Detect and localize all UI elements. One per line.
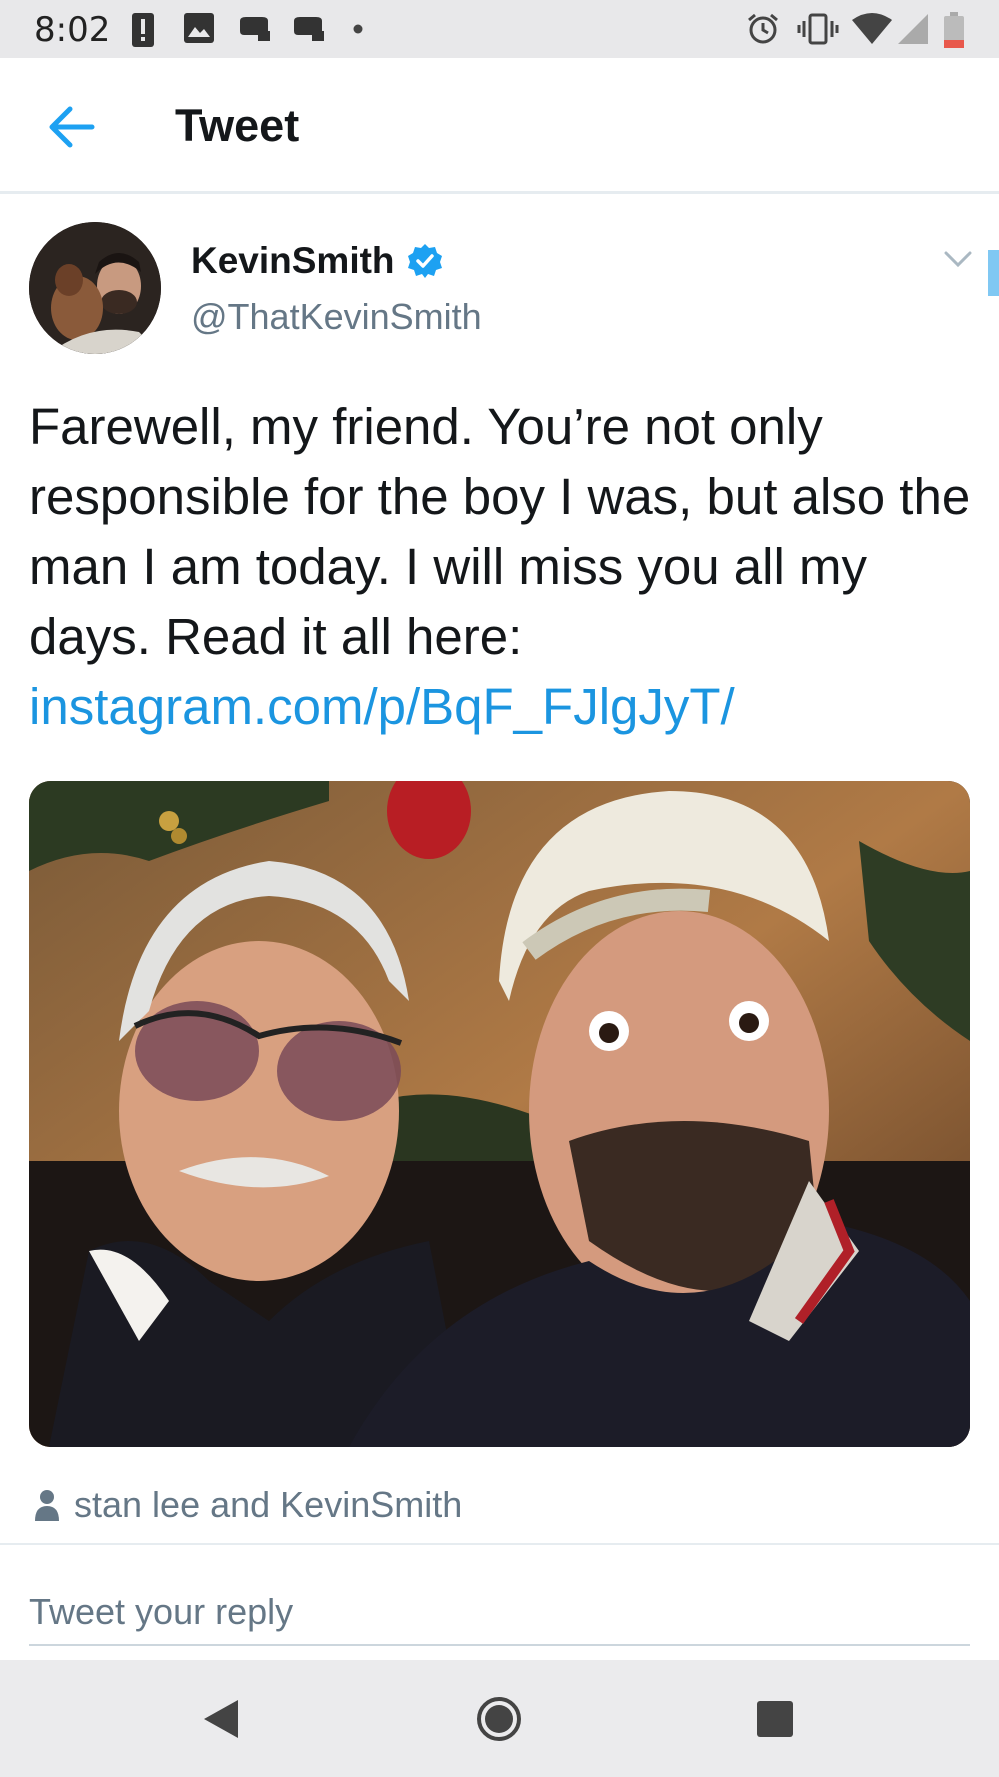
- alert-icon: [132, 13, 154, 47]
- tweet-text: Farewell, my friend. You’re not only res…: [29, 398, 971, 665]
- image-icon: [184, 13, 214, 43]
- author-row[interactable]: KevinSmith: [191, 240, 443, 282]
- wifi-icon: [852, 13, 892, 44]
- home-circle-icon[interactable]: [476, 1696, 522, 1742]
- tagged-text: stan lee and KevinSmith: [74, 1484, 463, 1525]
- reply-input[interactable]: [29, 1580, 970, 1646]
- battery-icon: [944, 12, 964, 48]
- gamepad-icon: [294, 17, 324, 41]
- vibrate-icon: [797, 13, 839, 45]
- nav-bar: [0, 1660, 999, 1777]
- status-time: 8:02: [34, 10, 111, 50]
- scroll-indicator: [988, 250, 999, 296]
- divider: [0, 1543, 999, 1545]
- gamepad-icon: [240, 17, 270, 41]
- status-bar: 8:02: [0, 0, 999, 58]
- back-triangle-icon[interactable]: [200, 1698, 240, 1740]
- handle[interactable]: @ThatKevinSmith: [191, 296, 482, 338]
- verified-badge-icon: [407, 244, 442, 278]
- person-icon: [35, 1490, 59, 1521]
- display-name[interactable]: KevinSmith: [191, 240, 395, 282]
- back-arrow-icon[interactable]: [46, 104, 96, 150]
- dot-icon: [353, 24, 363, 34]
- recents-square-icon[interactable]: [756, 1700, 794, 1738]
- avatar[interactable]: [29, 222, 161, 354]
- app-bar: Tweet: [0, 58, 999, 194]
- chevron-down-icon[interactable]: [943, 250, 973, 270]
- tweet-photo[interactable]: [29, 781, 970, 1447]
- tweet-link[interactable]: instagram.com/p/BqF_FJlgJyT/: [29, 672, 735, 742]
- signal-icon: [898, 14, 928, 44]
- page-title: Tweet: [175, 100, 300, 151]
- tagged-people[interactable]: stan lee and KevinSmith: [34, 1484, 462, 1526]
- alarm-icon: [748, 13, 778, 44]
